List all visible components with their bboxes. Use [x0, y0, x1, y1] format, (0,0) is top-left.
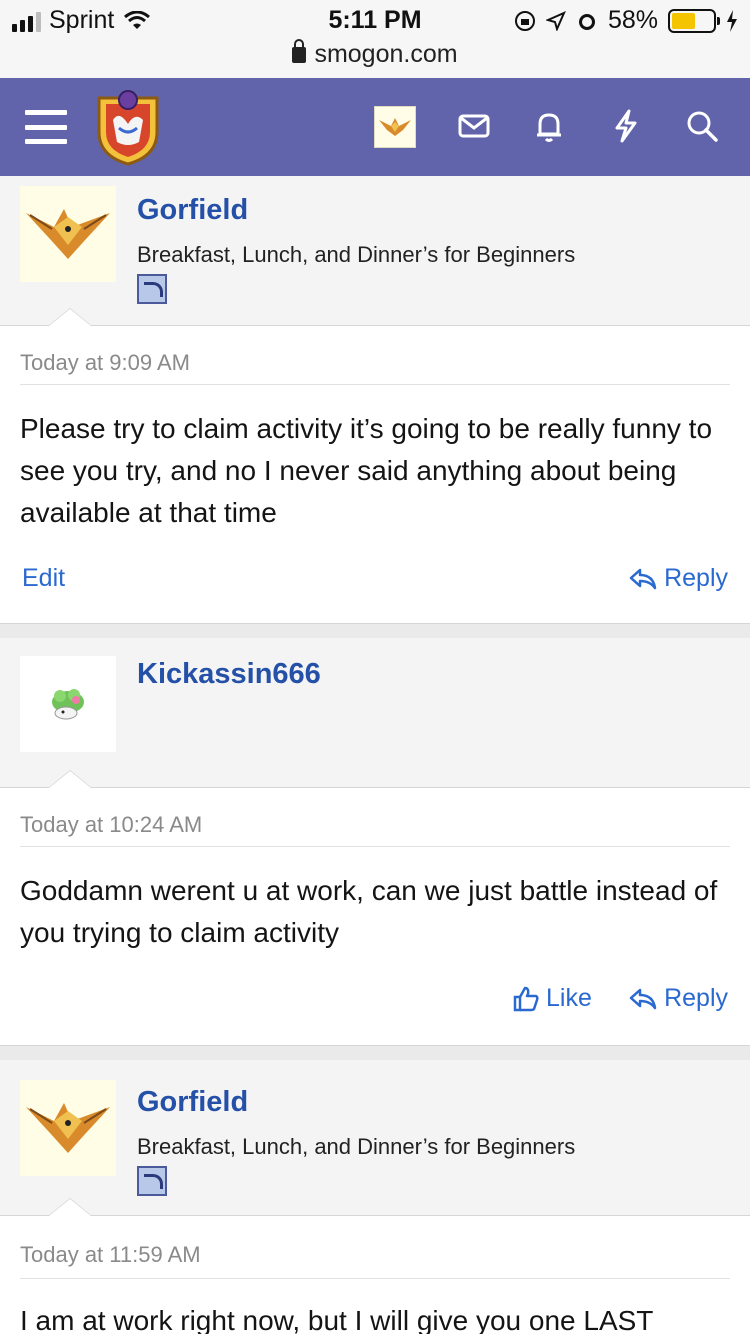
site-header [0, 78, 750, 176]
like-button[interactable]: Like [512, 984, 592, 1013]
reply-label: Reply [664, 984, 728, 1012]
menu-icon[interactable] [25, 110, 67, 144]
post-body: Today at 11:59 AM I am at work right now… [0, 1216, 750, 1334]
reply-label: Reply [664, 564, 728, 592]
post-user-block: Gorfield Breakfast, Lunch, and Dinner’s … [0, 1060, 750, 1216]
url-bar[interactable]: smogon.com [0, 39, 750, 69]
moltres-avatar-icon [379, 118, 411, 136]
lock-icon [292, 39, 307, 63]
user-avatar[interactable] [374, 106, 416, 148]
post-timestamp[interactable]: Today at 10:24 AM [20, 812, 202, 838]
alarm-icon [578, 13, 595, 30]
post: Gorfield Breakfast, Lunch, and Dinner’s … [0, 1060, 750, 1334]
post: Gorfield Breakfast, Lunch, and Dinner’s … [0, 176, 750, 624]
thumbs-up-icon [513, 986, 539, 1011]
speech-arrow [48, 770, 92, 788]
like-label: Like [546, 984, 592, 1012]
status-right: 58% [514, 6, 738, 35]
reply-button[interactable]: Reply [628, 564, 728, 593]
user-badge-icon [137, 1166, 167, 1196]
user-title: Breakfast, Lunch, and Dinner’s for Begin… [137, 242, 576, 267]
mail-icon[interactable] [456, 108, 492, 144]
edit-label: Edit [22, 564, 66, 592]
battery-percent: 58% [607, 6, 658, 34]
shaymin-avatar-icon [52, 689, 84, 720]
user-title: Breakfast, Lunch, and Dinner’s for Begin… [137, 1134, 576, 1159]
status-bar: Sprint 5:11 PM smogon.com 58% [0, 0, 750, 78]
avatar[interactable] [20, 186, 116, 282]
bell-icon[interactable] [531, 108, 567, 144]
post-separator [0, 1046, 750, 1060]
orientation-lock-icon [514, 10, 535, 31]
site-logo[interactable] [95, 90, 161, 166]
post-text: Goddamn werent u at work, can we just ba… [20, 875, 718, 948]
moltres-avatar-icon [26, 1103, 110, 1153]
username[interactable]: Kickassin666 [137, 658, 321, 691]
post-timestamp[interactable]: Today at 9:09 AM [20, 350, 190, 376]
username[interactable]: Gorfield [137, 1086, 248, 1119]
post-text: Please try to claim activity it’s going … [20, 413, 713, 528]
url-text: smogon.com [314, 40, 458, 68]
bolt-icon[interactable] [608, 108, 644, 144]
post-timestamp[interactable]: Today at 11:59 AM [20, 1242, 201, 1268]
post-text: I am at work right now, but I will give … [20, 1305, 654, 1334]
post: Kickassin666 Today at 10:24 AM Goddamn w… [0, 638, 750, 1046]
search-icon[interactable] [684, 108, 720, 144]
speech-arrow [48, 1198, 92, 1216]
moltres-avatar-icon [26, 209, 110, 259]
charging-icon [727, 9, 737, 32]
speech-arrow [48, 308, 92, 326]
reply-button[interactable]: Reply [628, 984, 728, 1013]
post-body: Today at 10:24 AM Goddamn werent u at wo… [0, 788, 750, 1046]
divider [20, 1278, 730, 1279]
reply-icon [629, 568, 657, 589]
divider [20, 846, 730, 847]
edit-button[interactable]: Edit [22, 564, 65, 593]
post-user-block: Kickassin666 [0, 638, 750, 788]
location-icon [545, 10, 566, 31]
avatar[interactable] [20, 1080, 116, 1176]
post-separator [0, 624, 750, 638]
post-body: Today at 9:09 AM Please try to claim act… [0, 326, 750, 624]
user-badge-icon [137, 274, 167, 304]
thread-content: Gorfield Breakfast, Lunch, and Dinner’s … [0, 176, 750, 1334]
post-user-block: Gorfield Breakfast, Lunch, and Dinner’s … [0, 176, 750, 326]
avatar[interactable] [20, 656, 116, 752]
reply-icon [629, 988, 657, 1009]
divider [20, 384, 730, 385]
battery-icon [668, 8, 720, 33]
username[interactable]: Gorfield [137, 194, 248, 227]
